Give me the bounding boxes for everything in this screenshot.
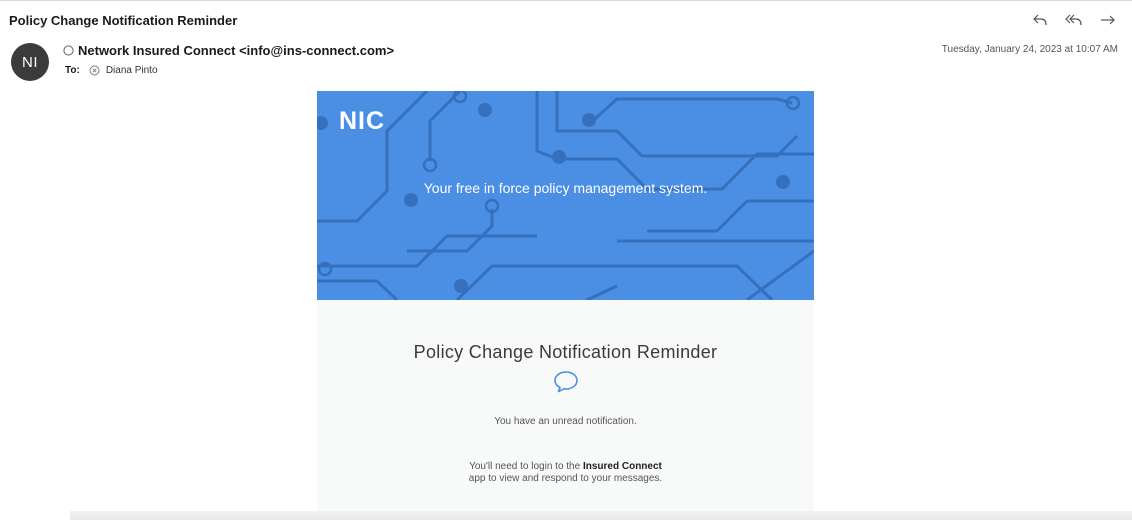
recipient-name[interactable]: Diana Pinto	[106, 65, 158, 76]
reply-icon[interactable]	[1030, 10, 1050, 30]
app-name: Insured Connect	[582, 461, 662, 472]
email-subject: Policy Change Notification Reminder	[9, 13, 238, 28]
sender-avatar: NI	[11, 43, 49, 81]
instructions-suffix: app to view and respond to your messages…	[468, 473, 663, 484]
window-top-border	[0, 0, 1132, 1]
message-actions	[1030, 10, 1118, 30]
to-label: To:	[65, 64, 80, 76]
header-banner: NIC Your free in force policy management…	[317, 91, 814, 300]
recipient-remove-icon[interactable]	[89, 64, 101, 76]
unread-notice: You have an unread notification.	[494, 416, 637, 427]
email-body: NIC Your free in force policy management…	[317, 91, 814, 520]
instructions-prefix: You'll need to login to the	[469, 461, 581, 472]
message-title: Policy Change Notification Reminder	[413, 342, 718, 362]
forward-icon[interactable]	[1098, 10, 1118, 30]
unread-status-icon	[62, 45, 74, 57]
sender-line: Network Insured Connect <info@ins-connec…	[62, 43, 394, 58]
nic-logo: NIC	[339, 107, 386, 135]
received-date: Tuesday, January 24, 2023 at 10:07 AM	[941, 44, 1118, 55]
bottom-bar	[70, 511, 1132, 520]
banner-tagline: Your free in force policy management sys…	[423, 180, 708, 196]
login-instructions: You'll need to login to the Insured Conn…	[317, 461, 814, 485]
message-card: Policy Change Notification Reminder You …	[317, 300, 814, 520]
recipient-line: To: Diana Pinto	[65, 64, 158, 76]
chat-bubble-icon	[554, 371, 578, 393]
sender-address[interactable]: Network Insured Connect <info@ins-connec…	[78, 43, 394, 58]
reply-all-icon[interactable]	[1064, 10, 1084, 30]
